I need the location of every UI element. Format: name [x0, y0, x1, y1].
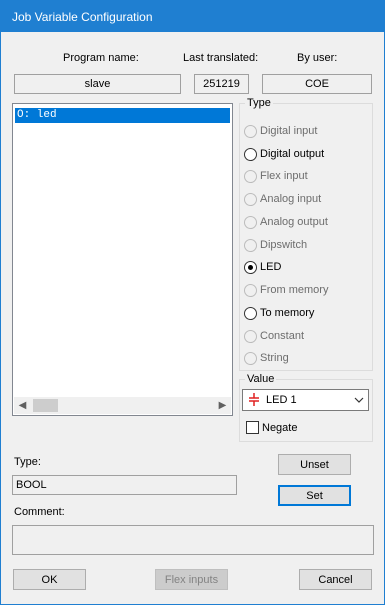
list-item[interactable]: O: led [15, 108, 230, 123]
radio-label: Digital input [260, 125, 318, 137]
scroll-left-icon[interactable]: ◀ [14, 397, 31, 414]
radio-led[interactable]: LED [244, 259, 281, 275]
value-dropdown[interactable]: LED 1 [242, 389, 369, 411]
set-button[interactable]: Set [278, 485, 351, 506]
radio-circle-icon [244, 192, 257, 206]
radio-label: From memory [260, 284, 329, 296]
type-group-title: Type [245, 97, 273, 109]
last-translated-label: Last translated: [183, 52, 259, 64]
cancel-button[interactable]: Cancel [299, 569, 372, 590]
radio-circle-icon [244, 215, 257, 229]
radio-circle-icon [244, 306, 257, 320]
type-field: BOOL [12, 475, 237, 495]
radio-dipswitch[interactable]: Dipswitch [244, 237, 307, 253]
title-bar[interactable]: Job Variable Configuration [1, 1, 384, 32]
negate-label: Negate [262, 421, 298, 434]
by-user-label: By user: [297, 52, 338, 64]
radio-string[interactable]: String [244, 350, 289, 366]
radio-label: String [260, 352, 289, 364]
variables-listbox[interactable]: O: led ◀ ▶ [12, 103, 233, 416]
negate-checkbox[interactable]: Negate [246, 421, 297, 434]
dialog-window: Job Variable Configuration Program name:… [0, 0, 385, 605]
last-translated-field: 251219 [194, 74, 249, 94]
radio-to-memory[interactable]: To memory [244, 305, 314, 321]
radio-label: Dipswitch [260, 239, 308, 251]
radio-analog-input[interactable]: Analog input [244, 191, 321, 207]
comment-label: Comment: [14, 506, 65, 518]
horizontal-scrollbar[interactable]: ◀ ▶ [14, 397, 231, 414]
scroll-thumb[interactable] [33, 399, 58, 412]
radio-flex-input[interactable]: Flex input [244, 168, 308, 184]
radio-digital-input[interactable]: Digital input [244, 123, 317, 139]
by-user-field: COE [262, 74, 372, 94]
program-name-field: slave [14, 74, 181, 94]
radio-label: Analog output [260, 216, 328, 228]
radio-label: Constant [260, 330, 305, 342]
radio-label: LED [260, 261, 282, 273]
type-label: Type: [14, 456, 41, 468]
flex-inputs-button[interactable]: Flex inputs [155, 569, 228, 590]
comment-field[interactable] [12, 525, 374, 555]
chevron-down-icon[interactable] [350, 395, 368, 406]
checkbox-box-icon [246, 421, 259, 434]
radio-constant[interactable]: Constant [244, 328, 304, 344]
window-title: Job Variable Configuration [12, 10, 153, 24]
value-dropdown-text: LED 1 [266, 394, 297, 406]
program-name-label: Program name: [63, 52, 139, 64]
radio-analog-output[interactable]: Analog output [244, 214, 328, 230]
scroll-right-icon[interactable]: ▶ [214, 397, 231, 414]
radio-circle-icon [244, 329, 257, 343]
radio-checked-icon [244, 260, 257, 274]
radio-from-memory[interactable]: From memory [244, 282, 328, 298]
radio-label: Flex input [260, 170, 308, 182]
radio-circle-icon [244, 169, 257, 183]
radio-digital-output[interactable]: Digital output [244, 146, 324, 162]
ok-button[interactable]: OK [13, 569, 86, 590]
radio-label: To memory [260, 307, 315, 319]
led-icon [245, 390, 265, 410]
radio-circle-icon [244, 283, 257, 297]
radio-circle-icon [244, 351, 257, 365]
radio-label: Digital output [260, 148, 325, 160]
unset-button[interactable]: Unset [278, 454, 351, 475]
radio-label: Analog input [260, 193, 322, 205]
radio-circle-icon [244, 147, 257, 161]
radio-circle-icon [244, 238, 257, 252]
radio-circle-icon [244, 124, 257, 138]
value-group-title: Value [245, 373, 277, 385]
